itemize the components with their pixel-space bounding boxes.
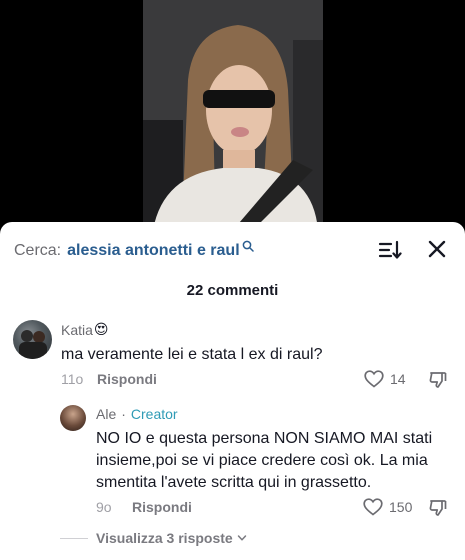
reply-time: 9o	[96, 499, 112, 515]
comments-sheet: Cerca: alessia antonetti e raul 22 comme…	[0, 222, 465, 560]
sort-icon[interactable]	[378, 238, 402, 262]
view-replies-label: Visualizza 3 risposte	[96, 530, 233, 546]
comment-time: 11o	[61, 371, 84, 387]
dislike-icon[interactable]	[428, 370, 448, 390]
like-count: 14	[390, 371, 406, 387]
heart-icon	[363, 498, 383, 516]
reply-like-button[interactable]: 150	[363, 498, 412, 516]
comment-author[interactable]: Katia	[61, 322, 93, 338]
heart-eyes-emoji: 😍	[93, 321, 109, 337]
comment-author-row[interactable]: Katia 😍	[61, 321, 109, 338]
search-suggestion[interactable]: Cerca: alessia antonetti e raul	[14, 240, 254, 262]
comment-text: ma veramente lei e stata l ex di raul?	[61, 346, 323, 363]
chevron-down-icon	[237, 535, 246, 541]
video-player[interactable]	[0, 0, 465, 230]
avatar[interactable]	[13, 320, 52, 359]
video-frame	[143, 0, 323, 230]
video-still-image	[143, 0, 323, 230]
like-button[interactable]: 14	[364, 370, 406, 388]
reply-button[interactable]: Rispondi	[97, 371, 157, 387]
separator-dot: ·	[121, 406, 126, 422]
comments-count: 22 commenti	[186, 282, 279, 299]
avatar-image	[19, 330, 47, 359]
dislike-icon[interactable]	[428, 498, 448, 518]
search-prefix: Cerca:	[14, 242, 62, 259]
comment-meta: 11o Rispondi	[61, 371, 157, 387]
reply-author[interactable]: Ale	[96, 406, 116, 422]
reply-text: NO IO e questa persona NON SIAMO MAI sta…	[96, 430, 433, 491]
reply-reply-button[interactable]: Rispondi	[132, 499, 192, 515]
creator-badge: Creator	[130, 406, 178, 422]
search-query-link[interactable]: alessia antonetti e raul	[67, 242, 240, 260]
reply-like-count: 150	[389, 499, 413, 515]
view-replies-button[interactable]: Visualizza 3 risposte	[60, 530, 247, 546]
search-icon	[242, 240, 254, 252]
reply-meta: 9o Rispondi	[96, 499, 192, 515]
divider-line	[60, 537, 88, 539]
heart-icon	[364, 370, 384, 388]
close-icon[interactable]	[426, 238, 448, 260]
reply-avatar[interactable]	[60, 405, 86, 431]
reply-author-row[interactable]: Ale · Creator	[96, 406, 178, 422]
